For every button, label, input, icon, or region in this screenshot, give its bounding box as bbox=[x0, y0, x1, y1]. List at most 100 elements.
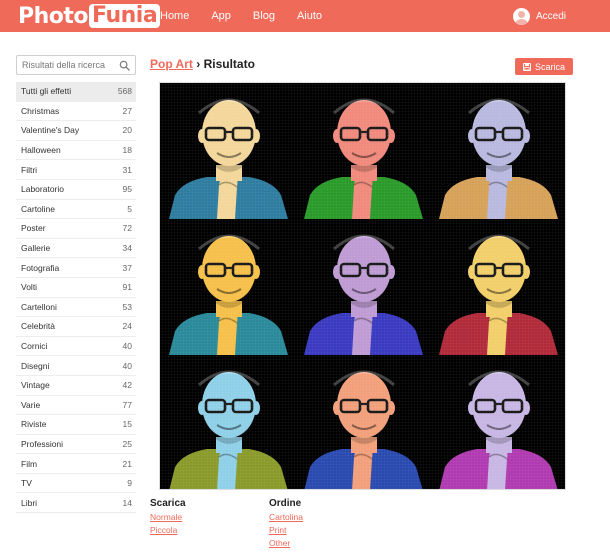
sidebar-category-item[interactable]: Vintage 42 bbox=[16, 376, 136, 396]
category-count: 40 bbox=[122, 341, 132, 352]
category-count: 21 bbox=[122, 458, 132, 469]
sidebar-category-item[interactable]: Filtri 31 bbox=[16, 160, 136, 180]
sidebar-category-item[interactable]: Professioni 25 bbox=[16, 435, 136, 455]
logo-text-photo: Photo bbox=[18, 3, 89, 29]
sidebar-category-item[interactable]: Laboratorio 95 bbox=[16, 180, 136, 200]
sidebar-category-item[interactable]: Gallerie 34 bbox=[16, 239, 136, 259]
category-count: 15 bbox=[122, 419, 132, 430]
category-label: Laboratorio bbox=[21, 184, 65, 195]
sidebar-category-item[interactable]: Celebrità 24 bbox=[16, 317, 136, 337]
sidebar-category-item[interactable]: Valentine's Day 20 bbox=[16, 121, 136, 141]
nav-help-link[interactable]: Aiuto bbox=[297, 10, 322, 22]
sidebar-category-item[interactable]: Riviste 15 bbox=[16, 415, 136, 435]
download-small-link[interactable]: Piccola bbox=[150, 524, 186, 537]
download-normal-link[interactable]: Normale bbox=[150, 511, 186, 524]
pop-art-tile bbox=[161, 355, 296, 489]
category-count: 568 bbox=[117, 86, 132, 97]
order-postcard-link[interactable]: Cartolina bbox=[269, 511, 303, 524]
login-label: Accedi bbox=[535, 10, 566, 22]
category-label: Halloween bbox=[21, 145, 61, 156]
halftone-overlay bbox=[431, 219, 565, 355]
category-list: Tutti gli effetti 568 Christmas 27 Valentine… bbox=[16, 82, 136, 514]
breadcrumb: Pop Art › Risultato bbox=[150, 57, 255, 71]
category-count: 53 bbox=[122, 301, 132, 312]
pop-art-tile bbox=[431, 355, 565, 489]
order-print-link[interactable]: Print bbox=[269, 524, 303, 537]
breadcrumb-current: Risultato bbox=[203, 57, 255, 71]
login-button[interactable]: Accedi bbox=[512, 5, 566, 27]
category-label: Professioni bbox=[21, 438, 64, 449]
category-label: TV bbox=[21, 478, 32, 489]
category-count: 40 bbox=[122, 360, 132, 371]
category-label: Fotografia bbox=[21, 262, 60, 273]
main-nav: Home App Blog Aiuto bbox=[160, 0, 344, 32]
sidebar-category-item[interactable]: Poster 72 bbox=[16, 219, 136, 239]
category-label: Cornici bbox=[21, 341, 48, 352]
category-count: 20 bbox=[122, 125, 132, 136]
category-label: Celebrità bbox=[21, 321, 56, 332]
order-options-title: Ordine bbox=[269, 498, 302, 509]
category-label: Libri bbox=[21, 497, 38, 508]
halftone-overlay bbox=[296, 83, 431, 219]
category-label: Valentine's Day bbox=[21, 125, 80, 136]
search-box bbox=[16, 55, 136, 75]
category-count: 31 bbox=[122, 164, 132, 175]
category-count: 18 bbox=[122, 145, 132, 156]
pop-art-tile bbox=[296, 219, 431, 355]
nav-blog-link[interactable]: Blog bbox=[253, 10, 275, 22]
category-label: Cartelloni bbox=[21, 301, 57, 312]
search-icon[interactable] bbox=[119, 60, 130, 71]
floppy-disk-icon bbox=[522, 62, 531, 71]
photofunia-logo[interactable]: Photo Funia bbox=[18, 3, 161, 29]
pop-art-result-image[interactable] bbox=[159, 82, 566, 490]
category-label: Cartoline bbox=[21, 203, 56, 214]
category-label: Christmas bbox=[21, 105, 60, 116]
order-other-link[interactable]: Other bbox=[269, 537, 303, 550]
breadcrumb-separator: › bbox=[192, 57, 204, 71]
download-button[interactable]: Scarica bbox=[515, 58, 573, 75]
halftone-overlay bbox=[161, 83, 296, 219]
category-count: 72 bbox=[122, 223, 132, 234]
sidebar-category-item[interactable]: Fotografia 37 bbox=[16, 258, 136, 278]
logo-text-funia: Funia bbox=[89, 4, 161, 28]
download-options-title: Scarica bbox=[150, 498, 186, 509]
download-button-label: Scarica bbox=[534, 61, 565, 72]
nav-home-link[interactable]: Home bbox=[160, 10, 189, 22]
pop-art-tile bbox=[296, 83, 431, 219]
breadcrumb-pop-art-link[interactable]: Pop Art bbox=[150, 57, 193, 71]
sidebar-category-item[interactable]: Disegni 40 bbox=[16, 356, 136, 376]
pop-art-tile bbox=[296, 355, 431, 489]
halftone-overlay bbox=[296, 355, 431, 489]
category-label: Disegni bbox=[21, 360, 50, 371]
halftone-overlay bbox=[296, 219, 431, 355]
pop-art-tile bbox=[431, 219, 565, 355]
sidebar-category-item[interactable]: TV 9 bbox=[16, 474, 136, 494]
search-input[interactable] bbox=[17, 57, 115, 73]
category-count: 91 bbox=[122, 282, 132, 293]
category-count: 95 bbox=[122, 184, 132, 195]
sidebar-category-item[interactable]: Tutti gli effetti 568 bbox=[16, 82, 136, 102]
sidebar-category-item[interactable]: Cornici 40 bbox=[16, 337, 136, 357]
sidebar-category-item[interactable]: Cartelloni 53 bbox=[16, 298, 136, 318]
pop-art-tile bbox=[161, 219, 296, 355]
sidebar-category-item[interactable]: Christmas 27 bbox=[16, 102, 136, 122]
sidebar-category-item[interactable]: Film 21 bbox=[16, 454, 136, 474]
pop-art-tile bbox=[431, 83, 565, 219]
halftone-overlay bbox=[431, 83, 565, 219]
sidebar-category-item[interactable]: Volti 91 bbox=[16, 278, 136, 298]
category-count: 77 bbox=[122, 399, 132, 410]
sidebar-category-item[interactable]: Varie 77 bbox=[16, 396, 136, 416]
category-label: Filtri bbox=[21, 164, 38, 175]
sidebar-category-item[interactable]: Libri 14 bbox=[16, 493, 136, 514]
category-count: 9 bbox=[127, 478, 132, 489]
sidebar-category-item[interactable]: Cartoline 5 bbox=[16, 200, 136, 220]
category-label: Gallerie bbox=[21, 243, 51, 254]
sidebar-category-item[interactable]: Halloween 18 bbox=[16, 141, 136, 161]
category-count: 24 bbox=[122, 321, 132, 332]
order-options: Ordine Cartolina Print Other bbox=[269, 498, 303, 550]
category-count: 37 bbox=[122, 262, 132, 273]
pop-art-tile bbox=[161, 83, 296, 219]
nav-app-link[interactable]: App bbox=[211, 10, 231, 22]
category-count: 42 bbox=[122, 380, 132, 391]
category-count: 25 bbox=[122, 438, 132, 449]
